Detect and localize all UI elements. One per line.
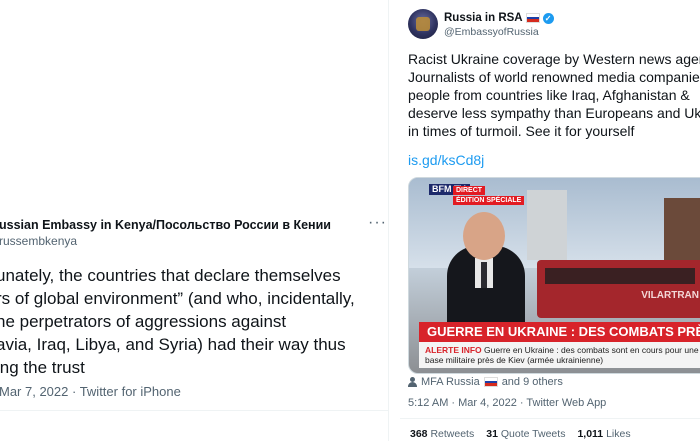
avatar[interactable] (408, 9, 438, 39)
tweet-video-thumbnail[interactable]: VILARTRAN BFM TV. DIRECT ÉDITION SPÉCIAL… (408, 177, 700, 374)
edition-badge: ÉDITION SPÉCIALE (453, 196, 525, 205)
bus-image: VILARTRAN (537, 260, 700, 318)
tweet-link[interactable]: is.gd/ksCd8j (408, 152, 484, 168)
likes-count: 1,011 (577, 428, 604, 440)
more-options-icon[interactable]: ··· (368, 214, 387, 232)
likes-label: Likes (606, 428, 631, 440)
ticker-source: (armée ukrainienne) (527, 355, 604, 365)
column-divider (388, 0, 389, 441)
left-tweet-text: unately, the countries that declare them… (0, 266, 355, 377)
left-author-name[interactable]: ussian Embassy in Kenya/Посольство Росси… (0, 218, 331, 232)
right-divider (400, 418, 700, 419)
right-tweet-text: Racist Ukraine coverage by Western news … (408, 51, 700, 139)
verified-badge-icon: ✓ (542, 12, 554, 24)
tweet-stats: 368 Retweets 31 Quote Tweets 1,011 Likes (410, 428, 631, 440)
ticker-label: ALERTE INFO (425, 345, 482, 355)
right-tweet-meta[interactable]: 5:12 AM · Mar 4, 2022 · Twitter Web App (408, 397, 606, 409)
likes-stat[interactable]: 1,011 Likes (577, 428, 630, 440)
bus-windows (545, 268, 695, 284)
news-headline: GUERRE EN UKRAINE : DES COMBATS PRÈS DE … (419, 322, 700, 342)
anchor-tie (481, 262, 487, 288)
quotes-count: 31 (486, 428, 498, 440)
bus-text: VILARTRAN (641, 290, 699, 301)
anchor-head (463, 212, 505, 260)
tagged-suffix[interactable]: and 9 others (502, 376, 563, 388)
left-divider (0, 410, 388, 411)
live-badge: DIRECT (453, 186, 486, 195)
russia-flag-icon (525, 13, 540, 23)
tagged-users[interactable]: MFA Russia and 9 others (408, 376, 563, 388)
background-building (527, 190, 567, 260)
left-author-handle[interactable]: russembkenya (0, 234, 77, 248)
retweets-label: Retweets (430, 428, 475, 440)
right-author-name[interactable]: Russia in RSA (444, 12, 523, 24)
russia-flag-icon (483, 377, 498, 387)
coat-of-arms-icon (416, 17, 430, 31)
quotes-stat[interactable]: 31 Quote Tweets (486, 428, 565, 440)
news-ticker: ALERTE INFO Guerre en Ukraine : des comb… (419, 342, 700, 368)
person-icon (408, 377, 417, 387)
right-author-name-row[interactable]: Russia in RSA ✓ (444, 12, 554, 24)
left-tweet-meta[interactable]: Mar 7, 2022 · Twitter for iPhone (0, 384, 181, 399)
quotes-label: Quote Tweets (500, 428, 566, 440)
right-author-handle[interactable]: @EmbassyofRussia (444, 26, 539, 38)
retweets-stat[interactable]: 368 Retweets (410, 428, 474, 440)
tagged-user[interactable]: MFA Russia (421, 376, 480, 388)
retweets-count: 368 (410, 428, 428, 440)
